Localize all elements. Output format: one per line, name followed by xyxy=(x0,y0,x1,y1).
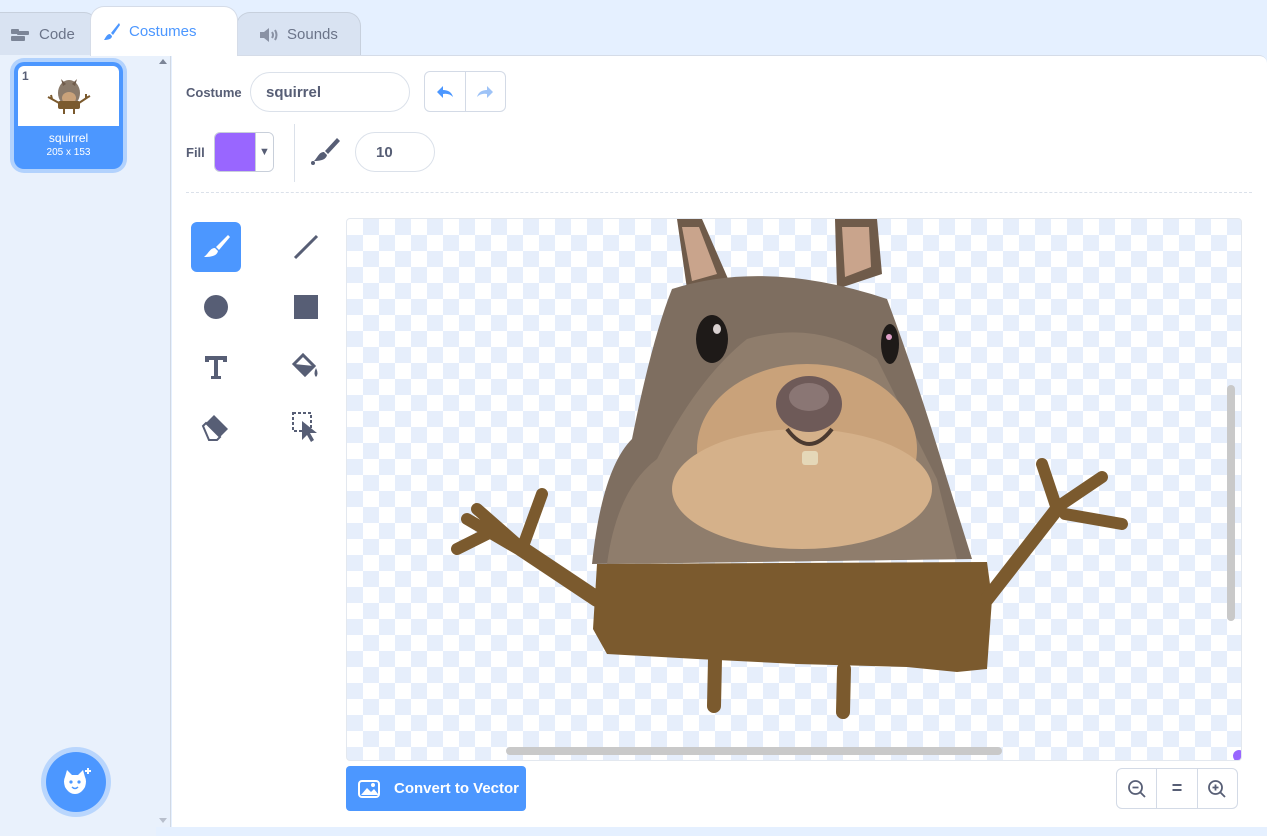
cat-plus-icon xyxy=(64,768,91,794)
squirrel-costume-image xyxy=(451,219,1128,719)
image-icon xyxy=(358,779,380,798)
tab-code-label: Code xyxy=(39,26,75,43)
fill-tool[interactable] xyxy=(281,342,331,392)
undo-button[interactable] xyxy=(425,72,465,111)
costume-name-input[interactable] xyxy=(250,72,410,112)
fill-color-swatch xyxy=(215,133,255,171)
tab-costumes[interactable]: Costumes xyxy=(90,6,238,56)
dropdown-arrow-icon: ▼ xyxy=(255,133,273,171)
line-icon xyxy=(293,234,319,260)
paint-canvas[interactable] xyxy=(346,218,1242,761)
circle-icon xyxy=(204,295,228,319)
fill-icon xyxy=(291,352,318,378)
squirrel-thumbnail-image xyxy=(47,79,91,114)
zoom-out-button[interactable] xyxy=(1117,769,1156,808)
choose-costume-button[interactable] xyxy=(46,752,106,812)
undo-icon xyxy=(436,85,453,98)
toolbar-divider xyxy=(294,124,295,182)
fill-label: Fill xyxy=(186,145,205,160)
code-icon xyxy=(11,28,29,41)
costume-size: 205 x 153 xyxy=(46,147,91,158)
zoom-controls: = xyxy=(1116,768,1238,809)
costume-number: 1 xyxy=(22,69,29,83)
text-icon xyxy=(205,356,227,379)
eraser-tool[interactable] xyxy=(191,402,241,452)
convert-to-vector-button[interactable]: Convert to Vector xyxy=(346,766,526,811)
brush-tool[interactable] xyxy=(191,222,241,272)
rectangle-tool[interactable] xyxy=(281,282,331,332)
select-tool[interactable] xyxy=(281,402,331,452)
line-tool[interactable] xyxy=(281,222,331,272)
tab-costumes-label: Costumes xyxy=(129,23,197,40)
zoom-out-icon xyxy=(1127,779,1146,798)
zoom-reset-label: = xyxy=(1171,778,1183,798)
text-tool[interactable] xyxy=(191,342,241,392)
convert-to-vector-label: Convert to Vector xyxy=(394,780,520,797)
zoom-in-button[interactable] xyxy=(1196,769,1237,808)
redo-button[interactable] xyxy=(464,72,506,111)
costume-label: Costume xyxy=(186,85,242,100)
canvas-horizontal-scrollbar[interactable] xyxy=(506,747,1002,755)
redo-icon xyxy=(477,85,494,98)
undo-redo-group xyxy=(424,71,506,112)
tab-code[interactable]: Code xyxy=(0,12,98,56)
tab-sounds-label: Sounds xyxy=(287,26,338,43)
paint-editor: Costume Fill ▼ xyxy=(172,55,1267,827)
brush-icon xyxy=(204,235,230,257)
scroll-down-arrow[interactable] xyxy=(159,818,167,823)
speaker-icon xyxy=(260,27,278,42)
zoom-reset-button[interactable]: = xyxy=(1156,769,1196,808)
brush-icon xyxy=(104,22,120,40)
costume-thumbnail: 1 xyxy=(18,66,119,126)
costume-list-scrollbar[interactable] xyxy=(156,55,171,827)
canvas-vertical-scrollbar[interactable] xyxy=(1227,385,1235,621)
color-indicator xyxy=(1233,750,1241,760)
toolbar-separator xyxy=(186,192,1252,193)
select-icon xyxy=(292,412,317,442)
fill-color-picker[interactable]: ▼ xyxy=(214,132,274,172)
brush-size-icon xyxy=(309,136,341,171)
costume-tile[interactable]: 1 squirrel 205 x 153 xyxy=(14,62,123,169)
brush-size-input[interactable] xyxy=(355,132,435,172)
scroll-up-arrow[interactable] xyxy=(159,59,167,64)
costume-list xyxy=(0,55,156,836)
zoom-in-icon xyxy=(1208,779,1226,798)
circle-tool[interactable] xyxy=(191,282,241,332)
rectangle-icon xyxy=(294,295,318,319)
eraser-icon xyxy=(201,415,228,441)
costume-name: squirrel xyxy=(48,131,89,145)
tab-sounds[interactable]: Sounds xyxy=(236,12,361,56)
